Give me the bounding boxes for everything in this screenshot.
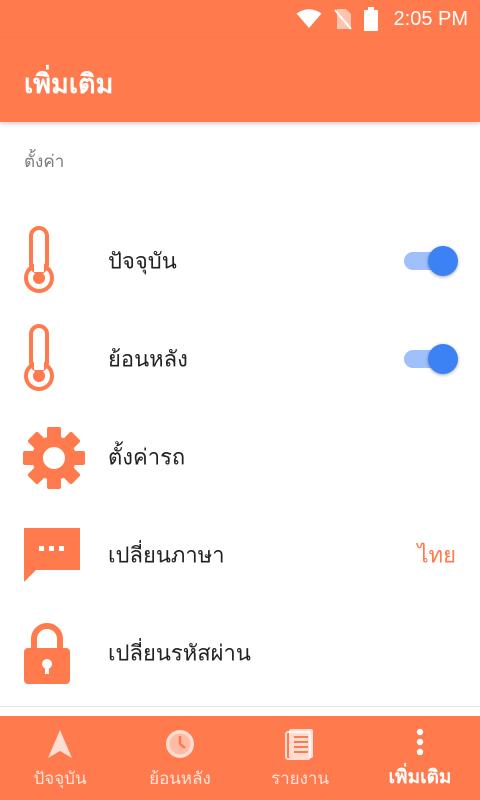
settings-item-label: ย้อนหลัง — [108, 347, 188, 373]
screen: 2:05 PM เพิ่มเติม ตั้งค่า ปัจจุบัน ย้อนห… — [0, 0, 480, 800]
nav-item-report[interactable]: รายงาน — [240, 716, 360, 800]
nav-label: ปัจจุบัน — [33, 769, 87, 789]
settings-item-language[interactable]: เปลี่ยนภาษา ไทย — [0, 506, 480, 604]
settings-item-label: ปัจจุบัน — [108, 249, 177, 275]
current-toggle[interactable] — [402, 244, 458, 278]
thermometer-icon — [24, 324, 54, 391]
section-label-settings: ตั้งค่า — [24, 152, 65, 172]
bottom-nav: ปัจจุบัน ย้อนหลัง รายงาน เพิ่มเติม — [0, 716, 480, 800]
page-title: เพิ่มเติม — [24, 69, 114, 100]
thermometer-icon — [24, 226, 54, 293]
toggle-thumb — [428, 344, 458, 374]
status-icons: 2:05 PM — [296, 0, 468, 38]
navigation-arrow-icon — [48, 730, 72, 758]
toggle-thumb — [428, 246, 458, 276]
report-icon — [285, 729, 313, 760]
nav-item-more[interactable]: เพิ่มเติม — [360, 716, 480, 800]
settings-item-vehicle[interactable]: ตั้งค่ารถ — [0, 408, 480, 506]
nav-label: เพิ่มเติม — [388, 766, 452, 788]
settings-item-label: ตั้งค่ารถ — [108, 445, 186, 471]
settings-item-current[interactable]: ปัจจุบัน — [0, 212, 480, 310]
settings-item-label: เปลี่ยนภาษา — [108, 543, 225, 569]
battery-icon — [363, 7, 378, 31]
history-toggle[interactable] — [402, 342, 458, 376]
status-time: 2:05 PM — [393, 7, 468, 30]
chat-icon — [24, 528, 80, 582]
language-value: ไทย — [417, 543, 456, 569]
app-bar: เพิ่มเติม — [0, 38, 480, 122]
divider — [0, 706, 480, 707]
more-vertical-icon — [416, 728, 424, 756]
clock-icon — [166, 730, 194, 758]
settings-item-password[interactable]: เปลี่ยนรหัสผ่าน — [0, 604, 480, 702]
nav-item-history[interactable]: ย้อนหลัง — [120, 716, 240, 800]
nav-item-current[interactable]: ปัจจุบัน — [0, 716, 120, 800]
nav-label: ย้อนหลัง — [149, 769, 211, 789]
lock-icon — [24, 623, 70, 684]
nav-label: รายงาน — [270, 769, 330, 789]
gear-icon — [23, 427, 85, 489]
status-bar: 2:05 PM — [0, 0, 480, 38]
no-sim-icon — [333, 9, 352, 30]
wifi-icon — [296, 9, 322, 28]
settings-item-history[interactable]: ย้อนหลัง — [0, 310, 480, 408]
settings-item-label: เปลี่ยนรหัสผ่าน — [108, 641, 251, 667]
